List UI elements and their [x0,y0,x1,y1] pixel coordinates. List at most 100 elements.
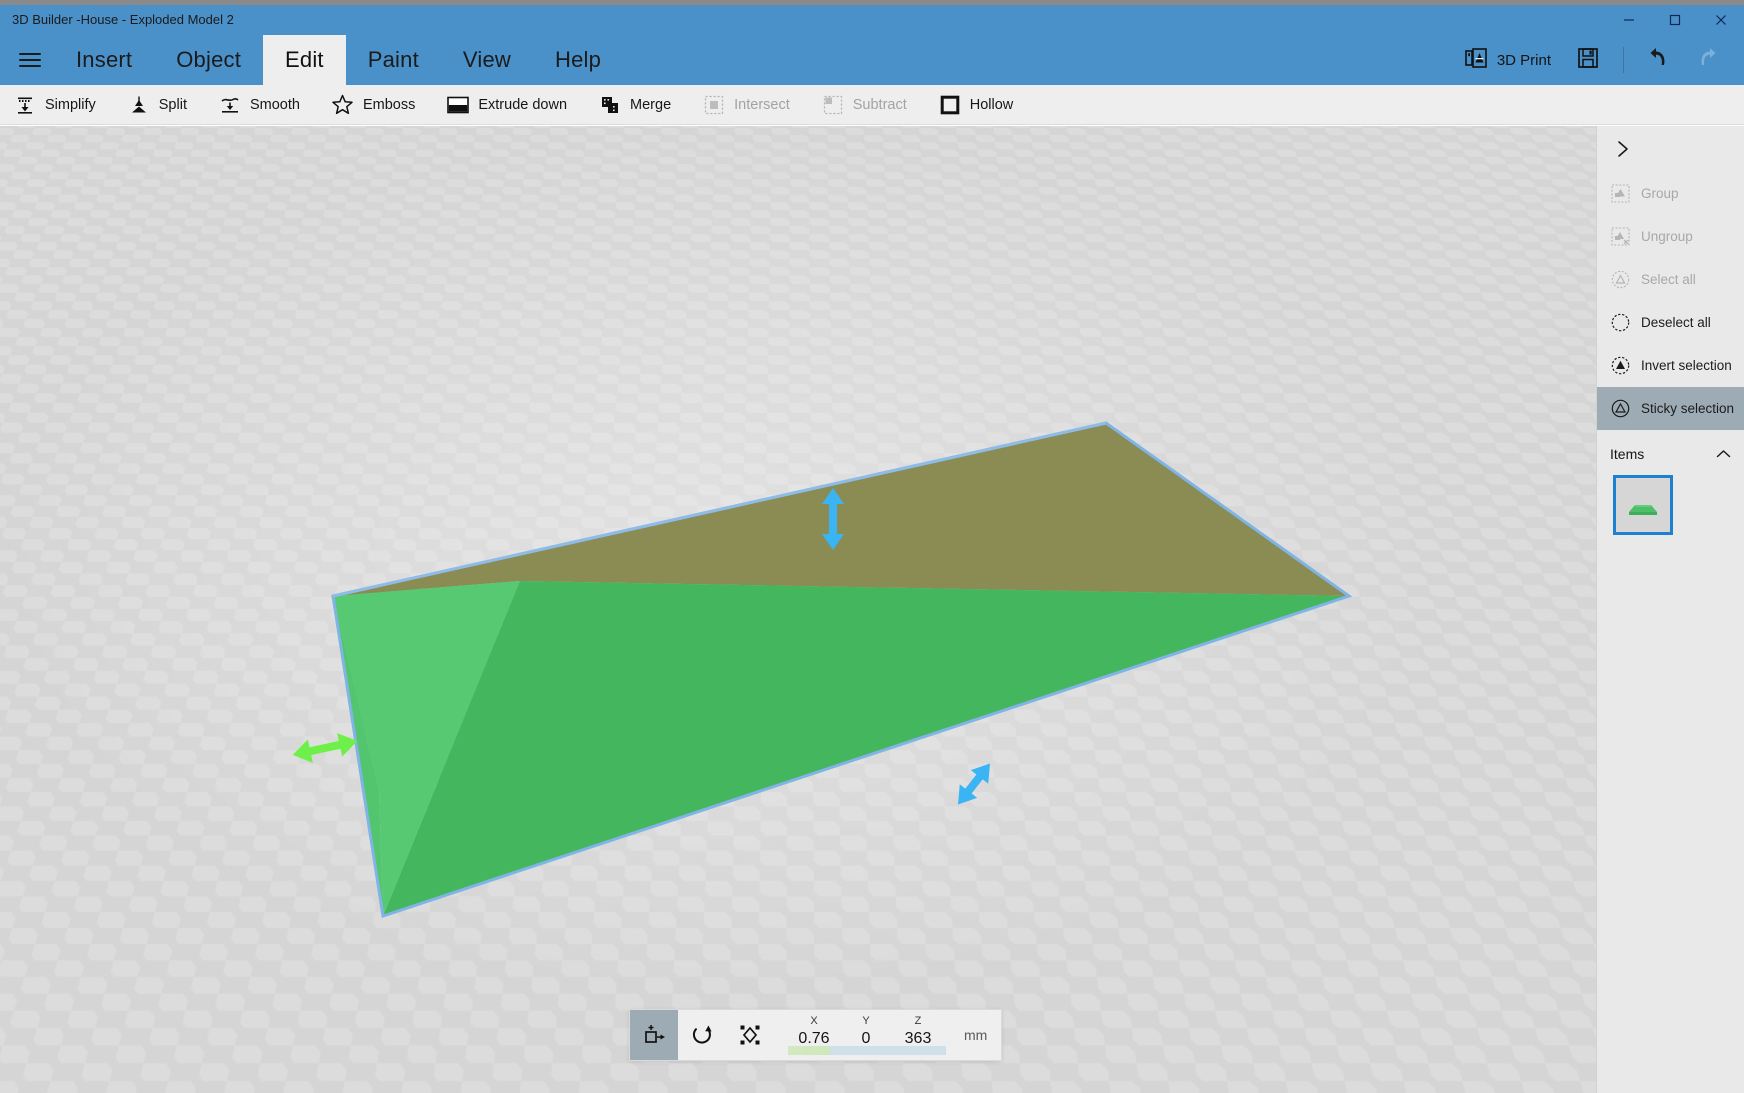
emboss-button[interactable]: Emboss [316,85,431,125]
subtract-button[interactable]: Subtract [806,85,923,125]
toolbar-divider [1623,47,1624,73]
sidebar-item-group[interactable]: Group [1597,172,1744,215]
sidebar-item-select-all[interactable]: Select all [1597,258,1744,301]
sidebar-item-invert-selection[interactable]: Invert selection [1597,344,1744,387]
chevron-up-icon[interactable] [1715,448,1732,460]
command-label: Merge [630,96,672,113]
intersect-icon [703,94,725,116]
window-controls [1606,5,1744,35]
coordinate-y[interactable]: Y 0 [840,1015,892,1049]
maximize-button[interactable] [1652,5,1698,35]
menu-label: Paint [367,47,419,72]
ungroup-icon [1610,227,1630,247]
3d-print-button[interactable]: 3D Print [1453,42,1563,78]
extrude-down-icon [447,94,470,116]
edit-command-toolbar: Simplify Split Smooth Emboss Extrude dow… [0,85,1744,125]
split-button[interactable]: Split [112,85,203,125]
smooth-button[interactable]: Smooth [203,85,316,125]
coordinate-z[interactable]: Z 363 [892,1015,944,1049]
simplify-icon [14,94,36,116]
hollow-button[interactable]: Hollow [923,85,1030,125]
coordinate-readout: X 0.76 Y 0 Z 363 [774,1010,948,1060]
hollow-icon [939,94,961,116]
sidebar-item-sticky-selection[interactable]: Sticky selection [1597,387,1744,430]
axis-color-bar [788,1046,946,1055]
window-title: 3D Builder -House - Exploded Model 2 [12,12,234,27]
menu-item-help[interactable]: Help [533,35,623,85]
menu-item-view[interactable]: View [441,35,533,85]
sidebar-item-label: Invert selection [1641,358,1732,373]
item-thumbnail-green-slab[interactable] [1613,475,1673,535]
scale-icon [737,1022,763,1048]
menu-label: Help [555,47,602,72]
smooth-icon [219,94,241,116]
items-panel: Items [1597,437,1744,535]
menu-label: Insert [76,47,133,72]
menu-item-insert[interactable]: Insert [54,35,154,85]
simplify-button[interactable]: Simplify [0,85,112,125]
undo-icon [1647,46,1671,75]
3d-viewport[interactable] [0,126,1596,1093]
sidebar-item-label: Sticky selection [1641,401,1735,416]
scale-tool-button[interactable] [726,1010,774,1060]
extrude-down-button[interactable]: Extrude down [431,85,583,125]
command-label: Intersect [734,96,790,113]
command-label: Emboss [362,96,416,113]
app-window: 3D Builder -House - Exploded Model 2 Ins… [0,0,1744,1093]
chevron-right-icon [1615,139,1631,159]
close-button[interactable] [1698,5,1744,35]
menu-label: View [462,47,511,72]
merge-button[interactable]: Merge [583,85,687,125]
menu-label: Object [176,47,242,72]
printer-icon [1465,48,1487,72]
minimize-button[interactable] [1606,5,1652,35]
hamburger-menu-icon[interactable] [6,35,54,85]
save-button[interactable] [1565,40,1611,80]
sidebar-expand-button[interactable] [1597,126,1744,172]
model-face-right [383,581,1349,916]
vertical-move-gizmo[interactable] [818,488,848,555]
axis-label-x: X [810,1015,818,1027]
move-icon [641,1022,667,1048]
menu-item-paint[interactable]: Paint [346,35,441,85]
rotate-tool-button[interactable] [678,1010,726,1060]
3d-print-label: 3D Print [1496,51,1551,69]
menu-bar: Insert Object Edit Paint View Help 3D Pr… [0,35,1744,85]
sidebar-item-label: Ungroup [1641,229,1693,244]
emboss-star-icon [332,94,354,116]
command-label: Hollow [969,96,1014,113]
unit-label: mm [964,1027,988,1043]
items-panel-header[interactable]: Items [1597,437,1744,469]
green-wedge-slab-model[interactable] [0,126,1596,1093]
sidebar-item-deselect-all[interactable]: Deselect all [1597,301,1744,344]
diagonal-move-gizmo[interactable] [948,758,1000,815]
menu-label: Edit [285,47,324,72]
sticky-selection-icon [1610,399,1630,419]
coordinate-x[interactable]: X 0.76 [788,1015,840,1049]
intersect-button[interactable]: Intersect [687,85,806,125]
menu-bar-right-group: 3D Print [1453,35,1744,85]
command-label: Simplify [45,96,96,113]
group-icon [1610,184,1630,204]
sidebar-item-label: Deselect all [1641,315,1711,330]
command-label: Extrude down [478,96,568,113]
undo-button[interactable] [1636,40,1682,80]
menu-item-edit[interactable]: Edit [263,35,346,85]
horizontal-move-gizmo[interactable] [292,731,358,770]
rotate-icon [689,1022,715,1048]
command-label: Split [158,96,187,113]
command-label: Subtract [852,96,907,113]
deselect-all-icon [1610,313,1630,333]
save-floppy-icon [1577,47,1599,74]
invert-selection-icon [1610,356,1630,376]
redo-icon [1695,46,1719,75]
sidebar-item-ungroup[interactable]: Ungroup [1597,215,1744,258]
axis-label-y: Y [862,1015,870,1027]
split-icon [128,94,150,116]
move-tool-button[interactable] [630,1010,678,1060]
redo-button[interactable] [1684,40,1730,80]
sidebar-item-label: Select all [1641,272,1696,287]
subtract-icon [822,94,844,116]
merge-icon [599,94,621,116]
menu-item-object[interactable]: Object [154,35,263,85]
